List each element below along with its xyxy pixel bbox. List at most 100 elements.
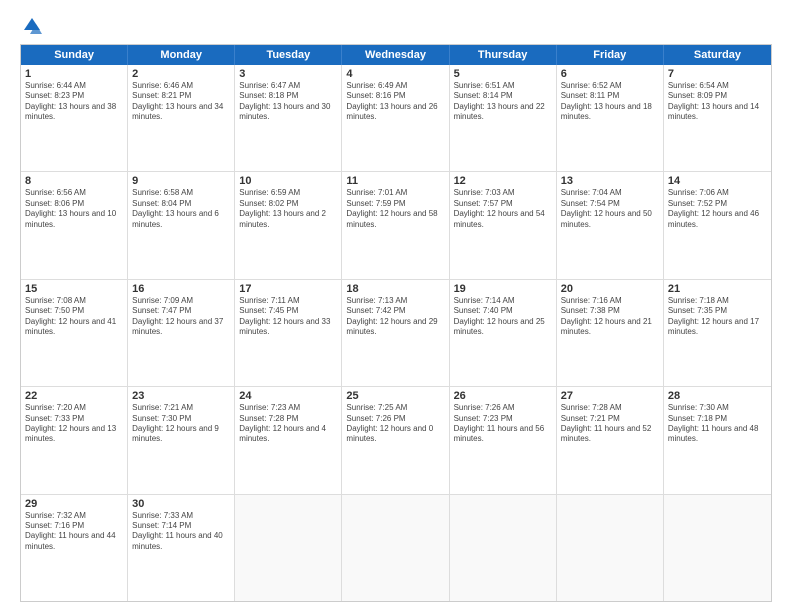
- day-number: 24: [239, 390, 337, 402]
- day-header-thursday: Thursday: [450, 45, 557, 65]
- day-number: 19: [454, 283, 552, 295]
- calendar-cell: 16Sunrise: 7:09 AMSunset: 7:47 PMDayligh…: [128, 280, 235, 386]
- cell-info: Sunset: 7:54 PM: [561, 199, 659, 209]
- calendar-cell: 1Sunrise: 6:44 AMSunset: 8:23 PMDaylight…: [21, 65, 128, 171]
- page-header: [20, 16, 772, 36]
- day-number: 16: [132, 283, 230, 295]
- day-number: 30: [132, 498, 230, 510]
- cell-info: Daylight: 12 hours and 41 minutes.: [25, 317, 123, 338]
- day-number: 23: [132, 390, 230, 402]
- day-number: 17: [239, 283, 337, 295]
- cell-info: Sunrise: 6:58 AM: [132, 188, 230, 198]
- cell-info: Daylight: 13 hours and 10 minutes.: [25, 209, 123, 230]
- day-number: 6: [561, 68, 659, 80]
- cell-info: Sunset: 7:47 PM: [132, 306, 230, 316]
- cell-info: Sunset: 7:30 PM: [132, 414, 230, 424]
- calendar-cell: [450, 495, 557, 601]
- day-header-tuesday: Tuesday: [235, 45, 342, 65]
- cell-info: Sunrise: 6:44 AM: [25, 81, 123, 91]
- cell-info: Sunrise: 7:04 AM: [561, 188, 659, 198]
- calendar-cell: 5Sunrise: 6:51 AMSunset: 8:14 PMDaylight…: [450, 65, 557, 171]
- cell-info: Sunrise: 7:09 AM: [132, 296, 230, 306]
- day-header-monday: Monday: [128, 45, 235, 65]
- cell-info: Sunrise: 6:56 AM: [25, 188, 123, 198]
- calendar-cell: 22Sunrise: 7:20 AMSunset: 7:33 PMDayligh…: [21, 387, 128, 493]
- calendar-row: 8Sunrise: 6:56 AMSunset: 8:06 PMDaylight…: [21, 171, 771, 278]
- day-number: 3: [239, 68, 337, 80]
- calendar-cell: 10Sunrise: 6:59 AMSunset: 8:02 PMDayligh…: [235, 172, 342, 278]
- calendar-cell: 6Sunrise: 6:52 AMSunset: 8:11 PMDaylight…: [557, 65, 664, 171]
- cell-info: Sunset: 8:02 PM: [239, 199, 337, 209]
- calendar-row: 15Sunrise: 7:08 AMSunset: 7:50 PMDayligh…: [21, 279, 771, 386]
- day-number: 2: [132, 68, 230, 80]
- calendar: SundayMondayTuesdayWednesdayThursdayFrid…: [20, 44, 772, 602]
- cell-info: Daylight: 12 hours and 33 minutes.: [239, 317, 337, 338]
- cell-info: Daylight: 12 hours and 13 minutes.: [25, 424, 123, 445]
- cell-info: Daylight: 13 hours and 14 minutes.: [668, 102, 767, 123]
- day-number: 9: [132, 175, 230, 187]
- calendar-cell: 11Sunrise: 7:01 AMSunset: 7:59 PMDayligh…: [342, 172, 449, 278]
- day-number: 29: [25, 498, 123, 510]
- cell-info: Daylight: 11 hours and 40 minutes.: [132, 531, 230, 552]
- cell-info: Sunset: 8:14 PM: [454, 91, 552, 101]
- cell-info: Sunset: 7:50 PM: [25, 306, 123, 316]
- calendar-cell: 8Sunrise: 6:56 AMSunset: 8:06 PMDaylight…: [21, 172, 128, 278]
- cell-info: Daylight: 12 hours and 46 minutes.: [668, 209, 767, 230]
- calendar-row: 29Sunrise: 7:32 AMSunset: 7:16 PMDayligh…: [21, 494, 771, 601]
- calendar-row: 1Sunrise: 6:44 AMSunset: 8:23 PMDaylight…: [21, 65, 771, 171]
- cell-info: Sunset: 7:35 PM: [668, 306, 767, 316]
- cell-info: Daylight: 12 hours and 54 minutes.: [454, 209, 552, 230]
- day-number: 5: [454, 68, 552, 80]
- day-number: 11: [346, 175, 444, 187]
- cell-info: Sunrise: 7:28 AM: [561, 403, 659, 413]
- cell-info: Sunset: 7:38 PM: [561, 306, 659, 316]
- day-number: 28: [668, 390, 767, 402]
- cell-info: Sunrise: 7:32 AM: [25, 511, 123, 521]
- day-header-friday: Friday: [557, 45, 664, 65]
- calendar-cell: 9Sunrise: 6:58 AMSunset: 8:04 PMDaylight…: [128, 172, 235, 278]
- calendar-cell: [664, 495, 771, 601]
- day-number: 13: [561, 175, 659, 187]
- cell-info: Sunset: 7:57 PM: [454, 199, 552, 209]
- calendar-cell: 4Sunrise: 6:49 AMSunset: 8:16 PMDaylight…: [342, 65, 449, 171]
- calendar-cell: 14Sunrise: 7:06 AMSunset: 7:52 PMDayligh…: [664, 172, 771, 278]
- day-number: 14: [668, 175, 767, 187]
- calendar-body: 1Sunrise: 6:44 AMSunset: 8:23 PMDaylight…: [21, 65, 771, 601]
- day-number: 4: [346, 68, 444, 80]
- day-number: 8: [25, 175, 123, 187]
- cell-info: Sunset: 8:11 PM: [561, 91, 659, 101]
- calendar-cell: [557, 495, 664, 601]
- cell-info: Daylight: 11 hours and 44 minutes.: [25, 531, 123, 552]
- cell-info: Sunrise: 7:08 AM: [25, 296, 123, 306]
- calendar-cell: 28Sunrise: 7:30 AMSunset: 7:18 PMDayligh…: [664, 387, 771, 493]
- calendar-cell: 18Sunrise: 7:13 AMSunset: 7:42 PMDayligh…: [342, 280, 449, 386]
- calendar-cell: [342, 495, 449, 601]
- logo: [20, 16, 42, 36]
- cell-info: Daylight: 13 hours and 6 minutes.: [132, 209, 230, 230]
- cell-info: Daylight: 12 hours and 50 minutes.: [561, 209, 659, 230]
- cell-info: Sunset: 7:18 PM: [668, 414, 767, 424]
- cell-info: Daylight: 13 hours and 22 minutes.: [454, 102, 552, 123]
- cell-info: Daylight: 12 hours and 17 minutes.: [668, 317, 767, 338]
- day-number: 20: [561, 283, 659, 295]
- day-number: 10: [239, 175, 337, 187]
- cell-info: Daylight: 13 hours and 18 minutes.: [561, 102, 659, 123]
- calendar-cell: 2Sunrise: 6:46 AMSunset: 8:21 PMDaylight…: [128, 65, 235, 171]
- cell-info: Sunrise: 7:03 AM: [454, 188, 552, 198]
- calendar-cell: 26Sunrise: 7:26 AMSunset: 7:23 PMDayligh…: [450, 387, 557, 493]
- calendar-cell: 25Sunrise: 7:25 AMSunset: 7:26 PMDayligh…: [342, 387, 449, 493]
- cell-info: Sunset: 8:06 PM: [25, 199, 123, 209]
- cell-info: Sunrise: 6:49 AM: [346, 81, 444, 91]
- cell-info: Sunrise: 7:20 AM: [25, 403, 123, 413]
- cell-info: Sunset: 7:21 PM: [561, 414, 659, 424]
- cell-info: Sunset: 8:23 PM: [25, 91, 123, 101]
- cell-info: Sunset: 7:28 PM: [239, 414, 337, 424]
- calendar-cell: 7Sunrise: 6:54 AMSunset: 8:09 PMDaylight…: [664, 65, 771, 171]
- cell-info: Sunset: 7:26 PM: [346, 414, 444, 424]
- cell-info: Daylight: 13 hours and 2 minutes.: [239, 209, 337, 230]
- cell-info: Daylight: 12 hours and 25 minutes.: [454, 317, 552, 338]
- day-header-sunday: Sunday: [21, 45, 128, 65]
- cell-info: Daylight: 12 hours and 58 minutes.: [346, 209, 444, 230]
- day-number: 18: [346, 283, 444, 295]
- cell-info: Sunrise: 7:11 AM: [239, 296, 337, 306]
